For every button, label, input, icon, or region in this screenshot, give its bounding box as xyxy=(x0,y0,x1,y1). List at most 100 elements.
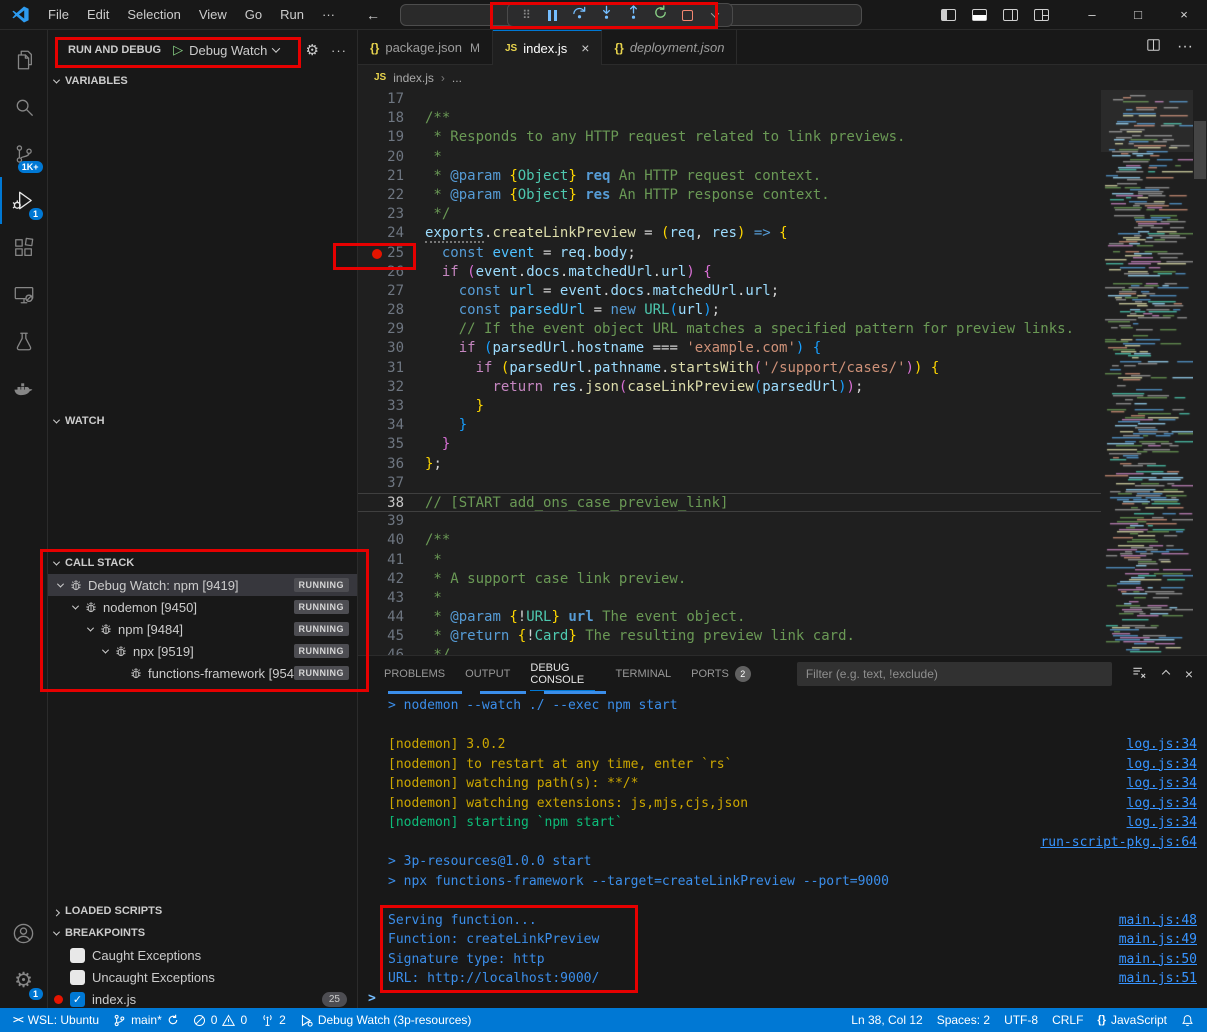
panel-tab-problems[interactable]: PROBLEMS xyxy=(384,656,445,691)
layout-sidebar-left-icon[interactable] xyxy=(941,9,956,21)
breakpoint-checkbox[interactable]: ✓ xyxy=(70,992,85,1007)
breadcrumb-item[interactable]: ... xyxy=(452,71,462,85)
code-area[interactable]: 1718/**19 * Responds to any HTTP request… xyxy=(358,90,1101,655)
breakpoint-dot-icon[interactable] xyxy=(372,249,382,259)
section-breakpoints[interactable]: BREAKPOINTS xyxy=(48,922,357,944)
minimap-slider[interactable] xyxy=(1101,90,1193,152)
activity-settings-icon[interactable]: ⚙1 xyxy=(0,957,48,1004)
pause-icon[interactable] xyxy=(540,5,565,25)
start-debug-icon[interactable]: ▷ xyxy=(173,42,183,58)
menu-more[interactable]: ··· xyxy=(313,0,344,30)
breakpoint-row[interactable]: ✓index.js25 xyxy=(48,988,357,1008)
section-watch[interactable]: WATCH xyxy=(48,410,357,432)
status-item-main-[interactable]: main* xyxy=(106,1008,186,1032)
call-stack-row[interactable]: npx [9519]RUNNING xyxy=(48,640,357,662)
console-filter-input[interactable] xyxy=(797,662,1112,686)
maximize-panel-icon[interactable] xyxy=(1162,669,1170,677)
layout-customize-icon[interactable] xyxy=(1034,9,1049,21)
activity-search-icon[interactable] xyxy=(0,83,48,130)
menu-selection[interactable]: Selection xyxy=(118,0,189,30)
breakpoint-checkbox[interactable] xyxy=(70,970,85,985)
section-call-stack[interactable]: CALL STACK xyxy=(48,552,357,574)
menu-file[interactable]: File xyxy=(39,0,78,30)
split-editor-icon[interactable] xyxy=(1146,38,1161,57)
breadcrumb[interactable]: JSindex.js›... xyxy=(358,65,1207,90)
tab-deployment.json[interactable]: {}deployment.json xyxy=(602,30,737,65)
step-over-icon[interactable] xyxy=(567,5,592,25)
panel-tab-ports[interactable]: PORTS2 xyxy=(691,656,751,691)
call-stack-row[interactable]: nodemon [9450]RUNNING xyxy=(48,596,357,618)
section-loaded-scripts[interactable]: LOADED SCRIPTS xyxy=(48,900,357,922)
activity-docker-icon[interactable] xyxy=(0,365,48,412)
status-item-debug-watch-3p-resources-[interactable]: Debug Watch (3p-resources) xyxy=(293,1008,479,1032)
console-source-link[interactable]: log.js:34 xyxy=(1127,796,1197,811)
console-source-link[interactable]: log.js:34 xyxy=(1127,776,1197,791)
breakpoint-checkbox[interactable] xyxy=(70,948,85,963)
close-button[interactable]: × xyxy=(1161,0,1207,30)
stop-icon[interactable] xyxy=(675,5,700,25)
menu-edit[interactable]: Edit xyxy=(78,0,118,30)
status-item-javascript[interactable]: {}JavaScript xyxy=(1090,1008,1174,1032)
breakpoint-row[interactable]: Caught Exceptions xyxy=(48,944,357,966)
close-panel-icon[interactable]: × xyxy=(1185,666,1193,682)
grip-icon[interactable]: ⠿ xyxy=(513,5,538,25)
breadcrumb-item[interactable]: index.js xyxy=(393,71,434,85)
chevron-down-icon[interactable] xyxy=(702,5,727,25)
activity-extensions-icon[interactable] xyxy=(0,224,48,271)
activity-remote-explorer-icon[interactable] xyxy=(0,271,48,318)
gear-icon[interactable]: ⚙ xyxy=(306,41,319,59)
status-item-ln-38-col-12[interactable]: Ln 38, Col 12 xyxy=(844,1008,929,1032)
menu-go[interactable]: Go xyxy=(236,0,271,30)
console-source-link[interactable]: run-script-pkg.js:64 xyxy=(1040,835,1197,850)
tab-package.json[interactable]: {}package.jsonM xyxy=(358,30,493,65)
breakpoint-row[interactable]: Uncaught Exceptions xyxy=(48,966,357,988)
minimap[interactable] xyxy=(1101,90,1193,655)
panel-tab-output[interactable]: OUTPUT xyxy=(465,656,510,691)
status-item-2[interactable]: 2 xyxy=(254,1008,293,1032)
clear-console-icon[interactable] xyxy=(1132,665,1147,683)
status-item-spaces-2[interactable]: Spaces: 2 xyxy=(930,1008,997,1032)
console-source-link[interactable]: main.js:49 xyxy=(1119,932,1197,947)
tab-index.js[interactable]: JSindex.js× xyxy=(493,30,603,65)
status-item-0[interactable]: 00 xyxy=(186,1008,254,1032)
console-input-chevron[interactable]: > xyxy=(368,991,376,1006)
status-item-utf-8[interactable]: UTF-8 xyxy=(997,1008,1045,1032)
back-arrow-icon[interactable]: ← xyxy=(366,7,380,23)
layout-sidebar-right-icon[interactable] xyxy=(1003,9,1018,21)
menu-run[interactable]: Run xyxy=(271,0,313,30)
editor-scrollbar[interactable] xyxy=(1193,90,1207,655)
layout-panel-bottom-icon[interactable] xyxy=(972,9,987,21)
call-stack-row[interactable]: npm [9484]RUNNING xyxy=(48,618,357,640)
console-source-link[interactable]: log.js:34 xyxy=(1127,815,1197,830)
call-stack-row[interactable]: Debug Watch: npm [9419]RUNNING xyxy=(48,574,357,596)
panel-tab-terminal[interactable]: TERMINAL xyxy=(615,656,671,691)
step-out-icon[interactable] xyxy=(621,5,646,25)
minimize-button[interactable]: – xyxy=(1069,0,1115,30)
menu-view[interactable]: View xyxy=(190,0,236,30)
console-source-link[interactable]: main.js:51 xyxy=(1119,971,1197,986)
activity-run-and-debug-icon[interactable]: 1 xyxy=(0,177,48,224)
call-stack-row[interactable]: functions-framework [954...RUNNING xyxy=(48,662,357,684)
status-item-wsl-ubuntu[interactable]: ><WSL: Ubuntu xyxy=(6,1008,106,1032)
scrollbar-thumb[interactable] xyxy=(1194,121,1206,179)
debug-config-dropdown[interactable]: ▷ Debug Watch xyxy=(173,42,279,58)
more-actions-icon[interactable]: ··· xyxy=(331,43,347,58)
debug-console[interactable]: > nodemon --watch ./ --exec npm start[no… xyxy=(358,691,1207,1008)
section-variables[interactable]: VARIABLES xyxy=(48,70,357,92)
status-item[interactable] xyxy=(1174,1008,1201,1032)
activity-accounts-icon[interactable] xyxy=(0,910,48,957)
console-source-link[interactable]: main.js:48 xyxy=(1119,913,1197,928)
console-source-link[interactable]: log.js:34 xyxy=(1127,757,1197,772)
restart-icon[interactable] xyxy=(648,5,673,25)
console-source-link[interactable]: log.js:34 xyxy=(1127,737,1197,752)
activity-explorer-icon[interactable] xyxy=(0,36,48,83)
more-actions-icon[interactable]: ··· xyxy=(1177,38,1193,56)
maximize-button[interactable]: □ xyxy=(1115,0,1161,30)
status-item-crlf[interactable]: CRLF xyxy=(1045,1008,1090,1032)
step-into-icon[interactable] xyxy=(594,5,619,25)
activity-testing-icon[interactable] xyxy=(0,318,48,365)
panel-tab-debug-console[interactable]: DEBUG CONSOLE xyxy=(530,656,595,691)
close-icon[interactable]: × xyxy=(581,40,589,56)
activity-source-control-icon[interactable]: 1K+ xyxy=(0,130,48,177)
console-source-link[interactable]: main.js:50 xyxy=(1119,952,1197,967)
